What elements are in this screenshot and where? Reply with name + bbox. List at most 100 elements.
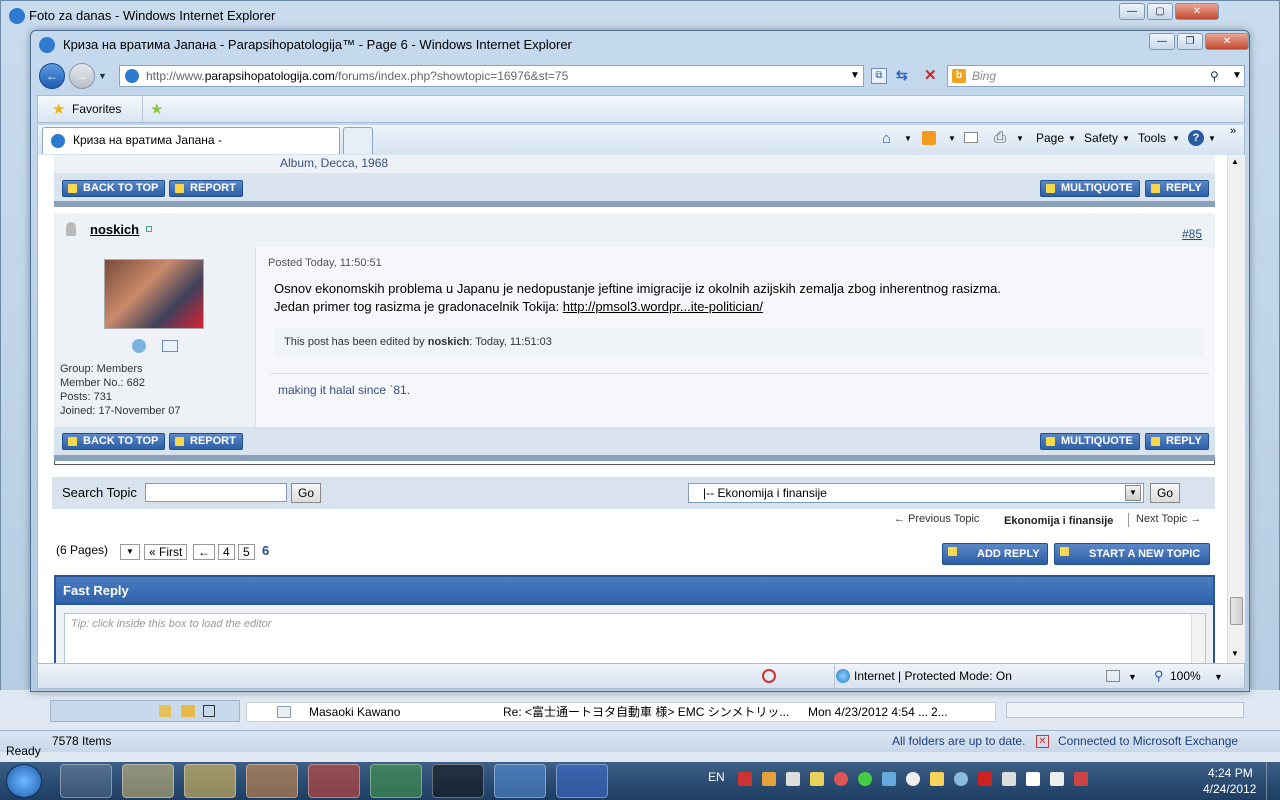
tray-icon[interactable] [1002, 772, 1016, 786]
first-page-link[interactable]: « First [144, 544, 188, 560]
close-button[interactable]: ✕ [1205, 33, 1249, 50]
show-desktop-button[interactable] [1266, 762, 1280, 800]
protected-mode-dropdown-icon[interactable]: ▼ [1128, 665, 1137, 689]
protected-mode-icon[interactable] [1106, 670, 1120, 682]
maximize-button[interactable]: ▢ [1147, 3, 1173, 20]
search-icon[interactable]: ⚲ [1210, 66, 1219, 86]
search-dropdown-icon[interactable]: ▼ [1232, 66, 1242, 86]
taskbar-remote-icon[interactable] [494, 764, 546, 798]
forum-name-link[interactable]: Ekonomija i finansije [1004, 515, 1113, 527]
search-box[interactable]: b Bing ⚲ ▼ [947, 65, 1245, 87]
add-favorite-icon[interactable]: ★ [150, 100, 163, 118]
page-scrollbar[interactable]: ▲ ▼ [1227, 155, 1245, 663]
add-friend-icon[interactable] [132, 339, 146, 353]
taskbar-media-player-icon[interactable] [246, 764, 298, 798]
tools-dropdown-icon[interactable]: ▼ [1172, 134, 1180, 143]
rss-dropdown-icon[interactable]: ▼ [948, 134, 956, 143]
minimize-button[interactable]: — [1119, 3, 1145, 20]
close-button[interactable]: ✕ [1175, 3, 1219, 20]
tray-icon[interactable] [834, 772, 848, 786]
scroll-down-icon[interactable]: ▼ [1231, 649, 1239, 658]
clock-date[interactable]: 4/24/2012 [1203, 782, 1256, 796]
add-reply-button[interactable]: ADD REPLY [942, 543, 1048, 565]
post-author[interactable]: noskich [90, 222, 139, 237]
tray-icon[interactable] [786, 772, 800, 786]
tray-icon[interactable] [1026, 772, 1040, 786]
send-message-icon[interactable] [162, 340, 178, 352]
tools-menu[interactable]: Tools [1138, 131, 1166, 145]
stop-icon[interactable]: ✕ [924, 66, 937, 84]
reply-button[interactable]: REPLY [1145, 180, 1209, 197]
help-icon[interactable]: ? [1188, 130, 1204, 146]
safety-menu[interactable]: Safety [1084, 131, 1118, 145]
print-dropdown-icon[interactable]: ▼ [1016, 134, 1024, 143]
fast-reply-editor[interactable]: Tip: click inside this box to load the e… [64, 613, 1206, 663]
pages-dropdown-icon[interactable]: ▼ [120, 544, 140, 560]
exchange-status[interactable]: Connected to Microsoft Exchange [1058, 731, 1238, 751]
back-to-top-button[interactable]: BACK TO TOP [62, 180, 166, 197]
multiquote-button[interactable]: MULTIQUOTE [1040, 180, 1140, 197]
tray-icon[interactable] [810, 772, 824, 786]
language-indicator[interactable]: EN [708, 770, 725, 784]
reply-button[interactable]: REPLY [1145, 433, 1209, 450]
start-new-topic-button[interactable]: START A NEW TOPIC [1054, 543, 1210, 565]
favorites-button[interactable]: Favorites [72, 102, 121, 116]
start-button[interactable] [6, 764, 42, 798]
search-topic-input[interactable] [145, 483, 287, 502]
chevron-down-icon[interactable]: ▼ [1125, 485, 1141, 501]
scroll-up-icon[interactable]: ▲ [1231, 157, 1239, 166]
tray-icon[interactable] [882, 772, 896, 786]
zoom-level[interactable]: 100% [1170, 664, 1201, 688]
print-icon[interactable]: ⎙ [994, 129, 1006, 146]
taskbar-cmd-icon[interactable] [432, 764, 484, 798]
taskbar-word-icon[interactable] [556, 764, 608, 798]
shortcut-icon[interactable] [203, 705, 215, 717]
back-button[interactable]: ← [39, 63, 65, 89]
post-link[interactable]: http://pmsol3.wordpr...ite-politician/ [563, 299, 763, 314]
page-4-link[interactable]: 4 [218, 544, 235, 560]
editor-scrollbar[interactable] [1191, 614, 1205, 663]
safety-dropdown-icon[interactable]: ▼ [1122, 134, 1130, 143]
home-dropdown-icon[interactable]: ▼ [904, 134, 912, 143]
outlook-hscroll[interactable] [1006, 702, 1244, 718]
address-bar[interactable]: http://www.parapsihopatologija.com/forum… [119, 65, 864, 87]
search-topic-go-button[interactable]: Go [291, 483, 321, 503]
refresh-icon[interactable]: ⇆ [896, 67, 908, 84]
tray-icon[interactable] [858, 772, 872, 786]
help-dropdown-icon[interactable]: ▼ [1208, 134, 1216, 143]
folder-icon[interactable] [181, 705, 195, 717]
report-button[interactable]: REPORT [169, 180, 243, 197]
page-menu-dropdown-icon[interactable]: ▼ [1068, 134, 1076, 143]
post-number[interactable]: #85 [1182, 227, 1202, 241]
note-icon[interactable] [159, 705, 171, 717]
volume-icon[interactable] [1074, 772, 1088, 786]
profile-link-icon[interactable] [146, 226, 152, 232]
taskbar-powerpoint-icon[interactable] [308, 764, 360, 798]
tray-icon[interactable] [738, 772, 752, 786]
zoom-dropdown-icon[interactable]: ▼ [1214, 665, 1223, 689]
forward-button[interactable]: → [69, 63, 95, 89]
restore-button[interactable]: ❐ [1177, 33, 1203, 50]
outlook-message-row[interactable]: Masaoki Kawano Re: <富士通ートヨタ自動車 様> EMC シン… [246, 702, 996, 722]
tray-icon[interactable] [906, 772, 920, 786]
new-tab-button[interactable] [343, 127, 373, 154]
recent-pages-icon[interactable]: ▼ [98, 71, 107, 81]
clock-time[interactable]: 4:24 PM [1208, 766, 1253, 780]
minimize-button[interactable]: — [1149, 33, 1175, 50]
privacy-icon[interactable] [762, 669, 776, 683]
home-icon[interactable]: ⌂ [882, 130, 891, 147]
taskbar-outlook-icon[interactable] [184, 764, 236, 798]
previous-topic-link[interactable]: ← Previous Topic [894, 513, 979, 525]
tab-active[interactable]: Криза на вратима Јапана - Parapsihopatol… [42, 127, 340, 172]
back-to-top-button[interactable]: BACK TO TOP [62, 433, 166, 450]
compatibility-icon[interactable]: ⧉ [871, 68, 887, 84]
tray-icon[interactable] [954, 772, 968, 786]
tray-icon[interactable] [762, 772, 776, 786]
address-dropdown-icon[interactable]: ▼ [850, 66, 860, 86]
page-5-link[interactable]: 5 [238, 544, 255, 560]
rss-icon[interactable] [922, 131, 936, 145]
next-topic-link[interactable]: Next Topic → [1136, 513, 1201, 525]
multiquote-button[interactable]: MULTIQUOTE [1040, 433, 1140, 450]
chevron-more-icon[interactable]: » [1230, 125, 1236, 137]
tray-icon[interactable] [978, 772, 992, 786]
